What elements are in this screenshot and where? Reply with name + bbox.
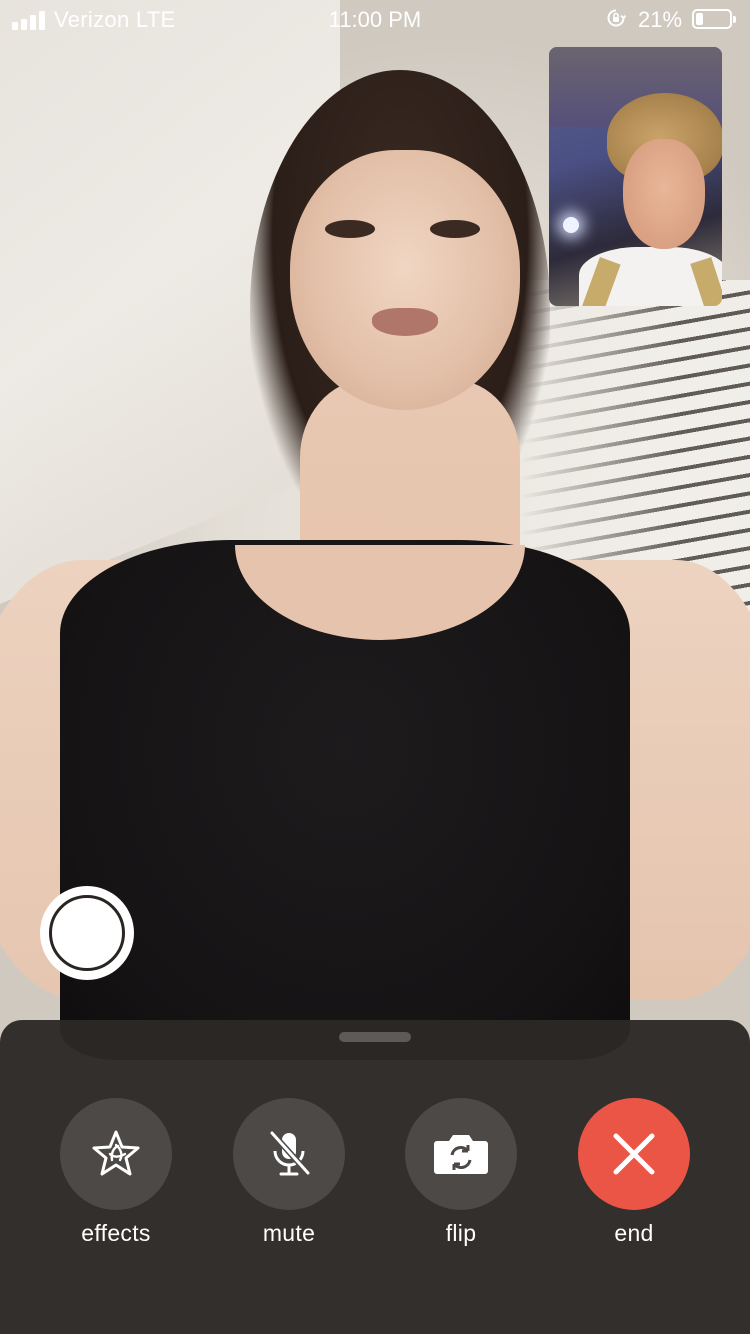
status-bar: Verizon LTE 11:00 PM 21% xyxy=(0,0,750,40)
effects-label: effects xyxy=(81,1220,151,1246)
end-label: end xyxy=(614,1220,654,1246)
close-x-icon xyxy=(610,1130,658,1178)
flip-label: flip xyxy=(445,1220,477,1246)
self-view-light xyxy=(563,217,579,233)
battery-level xyxy=(696,13,703,25)
flip-button[interactable] xyxy=(405,1098,517,1210)
mute-control: mute xyxy=(233,1098,345,1247)
remote-person-right-eye xyxy=(430,220,480,238)
battery-icon xyxy=(692,9,736,29)
flip-control: flip xyxy=(405,1098,517,1247)
orientation-lock-icon xyxy=(606,8,626,28)
panel-grabber-handle[interactable] xyxy=(339,1032,411,1042)
remote-person-face xyxy=(290,150,520,410)
end-control: end xyxy=(578,1098,690,1247)
self-view-face xyxy=(623,139,705,249)
camera-flip-icon xyxy=(431,1127,491,1181)
self-view-video[interactable] xyxy=(549,47,722,306)
microphone-slash-icon xyxy=(262,1127,316,1181)
effects-control: effects xyxy=(60,1098,172,1247)
battery-percent: 21% xyxy=(638,7,683,32)
effects-star-icon xyxy=(89,1127,143,1181)
effects-button[interactable] xyxy=(60,1098,172,1210)
live-photo-shutter-button[interactable] xyxy=(40,886,134,980)
mute-label: mute xyxy=(262,1220,316,1246)
remote-person-left-eye xyxy=(325,220,375,238)
mute-button[interactable] xyxy=(233,1098,345,1210)
call-control-panel: effects mute flip end xyxy=(0,1020,750,1334)
remote-person-mouth xyxy=(372,308,438,336)
end-call-button[interactable] xyxy=(578,1098,690,1210)
shutter-inner-ring xyxy=(49,895,125,971)
